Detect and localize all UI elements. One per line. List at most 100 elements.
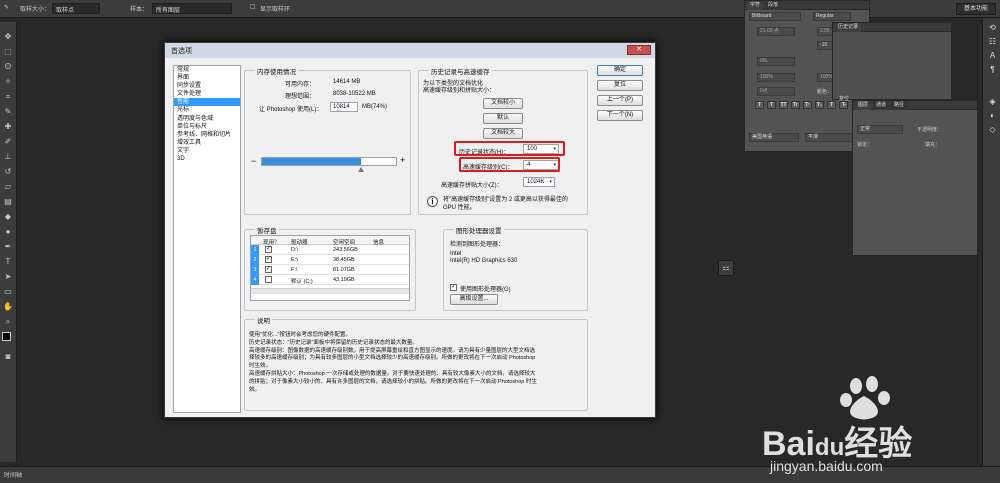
paths-panel-icon[interactable]: ◇ [986, 124, 999, 135]
next-button[interactable]: 下一个(N) [597, 110, 643, 121]
sample-select[interactable]: 所有图层 [152, 3, 232, 14]
scratch-active-checkbox[interactable] [265, 276, 272, 283]
marquee-tool-icon[interactable]: ⬚ [3, 47, 13, 56]
brush-tool-icon[interactable]: ✐ [3, 137, 13, 146]
font-size-field[interactable]: 21.03 点 [757, 27, 795, 36]
advanced-settings-button[interactable]: 高级设置... [450, 294, 498, 305]
close-button[interactable]: ✕ [627, 45, 651, 55]
tab-paths[interactable]: 路径 [891, 101, 908, 110]
zoom-tool-icon[interactable]: ⌕ [3, 317, 13, 326]
language-select[interactable]: 美国英语 [749, 133, 799, 142]
scratch-active-checkbox[interactable]: ✓ [265, 266, 272, 273]
scratch-table-scrollbar[interactable] [251, 288, 409, 294]
move-tool-icon[interactable]: ✥ [3, 32, 13, 41]
tab-channels[interactable]: 通道 [873, 101, 890, 110]
healing-brush-icon[interactable]: ✚ [3, 122, 13, 131]
kerning-field[interactable]: 0% [757, 57, 795, 66]
nav-item[interactable]: 文件处理 [174, 90, 240, 98]
shape-tool-icon[interactable]: ▭ [3, 287, 13, 296]
big-and-flat-button[interactable]: 文档较大 [483, 128, 523, 139]
memory-increase-button[interactable]: + [400, 155, 405, 165]
table-row[interactable]: 4 默认 (C:) 43.19GB [251, 275, 409, 285]
type-tool-icon[interactable]: T [3, 257, 13, 266]
text-style-button[interactable]: TT [779, 101, 788, 109]
ok-button[interactable]: 确定 [597, 65, 643, 76]
text-style-button[interactable]: T [755, 101, 764, 109]
scratch-active-checkbox[interactable]: ✓ [265, 256, 272, 263]
table-row[interactable]: 1 ✓ D:\ 243.56GB [251, 245, 409, 255]
dodge-tool-icon[interactable]: ● [3, 227, 13, 236]
history-brush-icon[interactable]: ↺ [3, 167, 13, 176]
baseline-field[interactable]: 0点 [757, 87, 795, 96]
tab-character[interactable]: 字符 [747, 1, 764, 10]
character-panel-icon[interactable]: A [986, 50, 999, 61]
eyedropper-icon[interactable]: ✎ [4, 4, 9, 11]
gradient-tool-icon[interactable]: ▤ [3, 197, 13, 206]
show-ring-checkbox[interactable]: ☐ [250, 4, 255, 11]
text-style-button[interactable]: Tr [791, 101, 800, 109]
memory-slider-thumb[interactable] [358, 167, 365, 172]
tall-and-thin-button[interactable]: 文档较小 [483, 98, 523, 109]
workspace-switcher[interactable]: 基本功能 [956, 3, 996, 15]
timeline-label[interactable]: 时间轴 [4, 470, 22, 479]
reset-label[interactable]: 复位 [839, 95, 849, 102]
previous-button[interactable]: 上一个(P) [597, 95, 643, 106]
text-style-button[interactable]: T₁ [815, 101, 824, 109]
sample-size-select[interactable]: 取样点 [52, 3, 100, 14]
reset-button[interactable]: 复位 [597, 80, 643, 91]
font-family-select[interactable]: Billboard [749, 12, 801, 21]
memory-decrease-button[interactable]: − [251, 156, 256, 166]
pen-tool-icon[interactable]: ✒ [3, 242, 13, 251]
hand-tool-icon[interactable]: ✋ [3, 302, 13, 311]
blend-mode-select[interactable]: 正常 [857, 125, 903, 134]
nav-item[interactable]: 常规 [174, 66, 240, 74]
crop-tool-icon[interactable]: ⌗ [3, 92, 13, 101]
foreground-color-swatch[interactable] [2, 332, 11, 341]
vertical-scale-field[interactable]: 100% [757, 73, 795, 82]
path-select-icon[interactable]: ➤ [3, 272, 13, 281]
use-gpu-label: 使用图形处理器(G) [460, 287, 511, 293]
nav-item[interactable]: 文字 [174, 147, 240, 155]
nav-item[interactable]: 透明度与色域 [174, 115, 240, 123]
font-style-select[interactable]: Regular [813, 12, 851, 21]
eraser-tool-icon[interactable]: ▱ [3, 182, 13, 191]
stamp-tool-icon[interactable]: ⊥ [3, 152, 13, 161]
text-style-button[interactable]: T [767, 101, 776, 109]
dialog-titlebar[interactable]: 首选项 ✕ [165, 43, 655, 58]
default-button[interactable]: 默认 [483, 113, 523, 124]
paragraph-panel-icon[interactable]: ¶ [986, 64, 999, 75]
table-row[interactable]: 2 ✓ E:\ 38.45GB [251, 255, 409, 265]
lasso-tool-icon[interactable]: ʘ [3, 62, 13, 71]
text-style-button[interactable]: T̶ [839, 101, 848, 109]
blur-tool-icon[interactable]: ◆ [3, 212, 13, 221]
tab-history[interactable]: 历史记录 [835, 23, 862, 32]
use-gpu-checkbox[interactable]: ✓ [450, 284, 457, 291]
text-style-button[interactable]: T [827, 101, 836, 109]
tab-layers[interactable]: 图层 [855, 101, 872, 110]
memory-use-input[interactable]: 10814 [330, 102, 358, 112]
quick-mask-icon[interactable]: ◙ [3, 352, 13, 361]
cache-tile-size-select[interactable]: 1024K ▾ [523, 177, 555, 187]
nav-item[interactable]: 增效工具 [174, 139, 240, 147]
channels-panel-icon[interactable]: ◐ [986, 110, 999, 121]
properties-panel-icon[interactable]: ☷ [986, 36, 999, 47]
scratch-active-checkbox[interactable]: ✓ [265, 246, 272, 253]
layers-panel-icon[interactable]: ◈ [986, 96, 999, 107]
text-style-button[interactable]: T¹ [803, 101, 812, 109]
eyedropper-tool-icon[interactable]: ✎ [3, 107, 13, 116]
nav-item[interactable]: 光标 [174, 106, 240, 114]
nav-item[interactable]: 3D [174, 155, 240, 163]
nav-item[interactable]: 同步设置 [174, 82, 240, 90]
memory-slider-track[interactable] [261, 157, 397, 166]
floating-panel-icon[interactable]: ⚏ [718, 260, 734, 276]
nav-item[interactable]: 界面 [174, 74, 240, 82]
magic-wand-icon[interactable]: ✧ [3, 77, 13, 86]
antialias-select[interactable]: 平滑 [805, 133, 855, 142]
nav-item[interactable]: 性能 [174, 98, 240, 107]
nav-item[interactable]: 参考线、网格和切片 [174, 131, 240, 139]
tab-paragraph[interactable]: 段落 [765, 1, 782, 10]
table-row[interactable]: 3 ✓ F:\ 81.07GB [251, 265, 409, 275]
row-number: 1 [251, 245, 259, 255]
nav-item[interactable]: 单位与标尺 [174, 123, 240, 131]
history-panel-icon[interactable]: ⟲ [986, 22, 999, 33]
